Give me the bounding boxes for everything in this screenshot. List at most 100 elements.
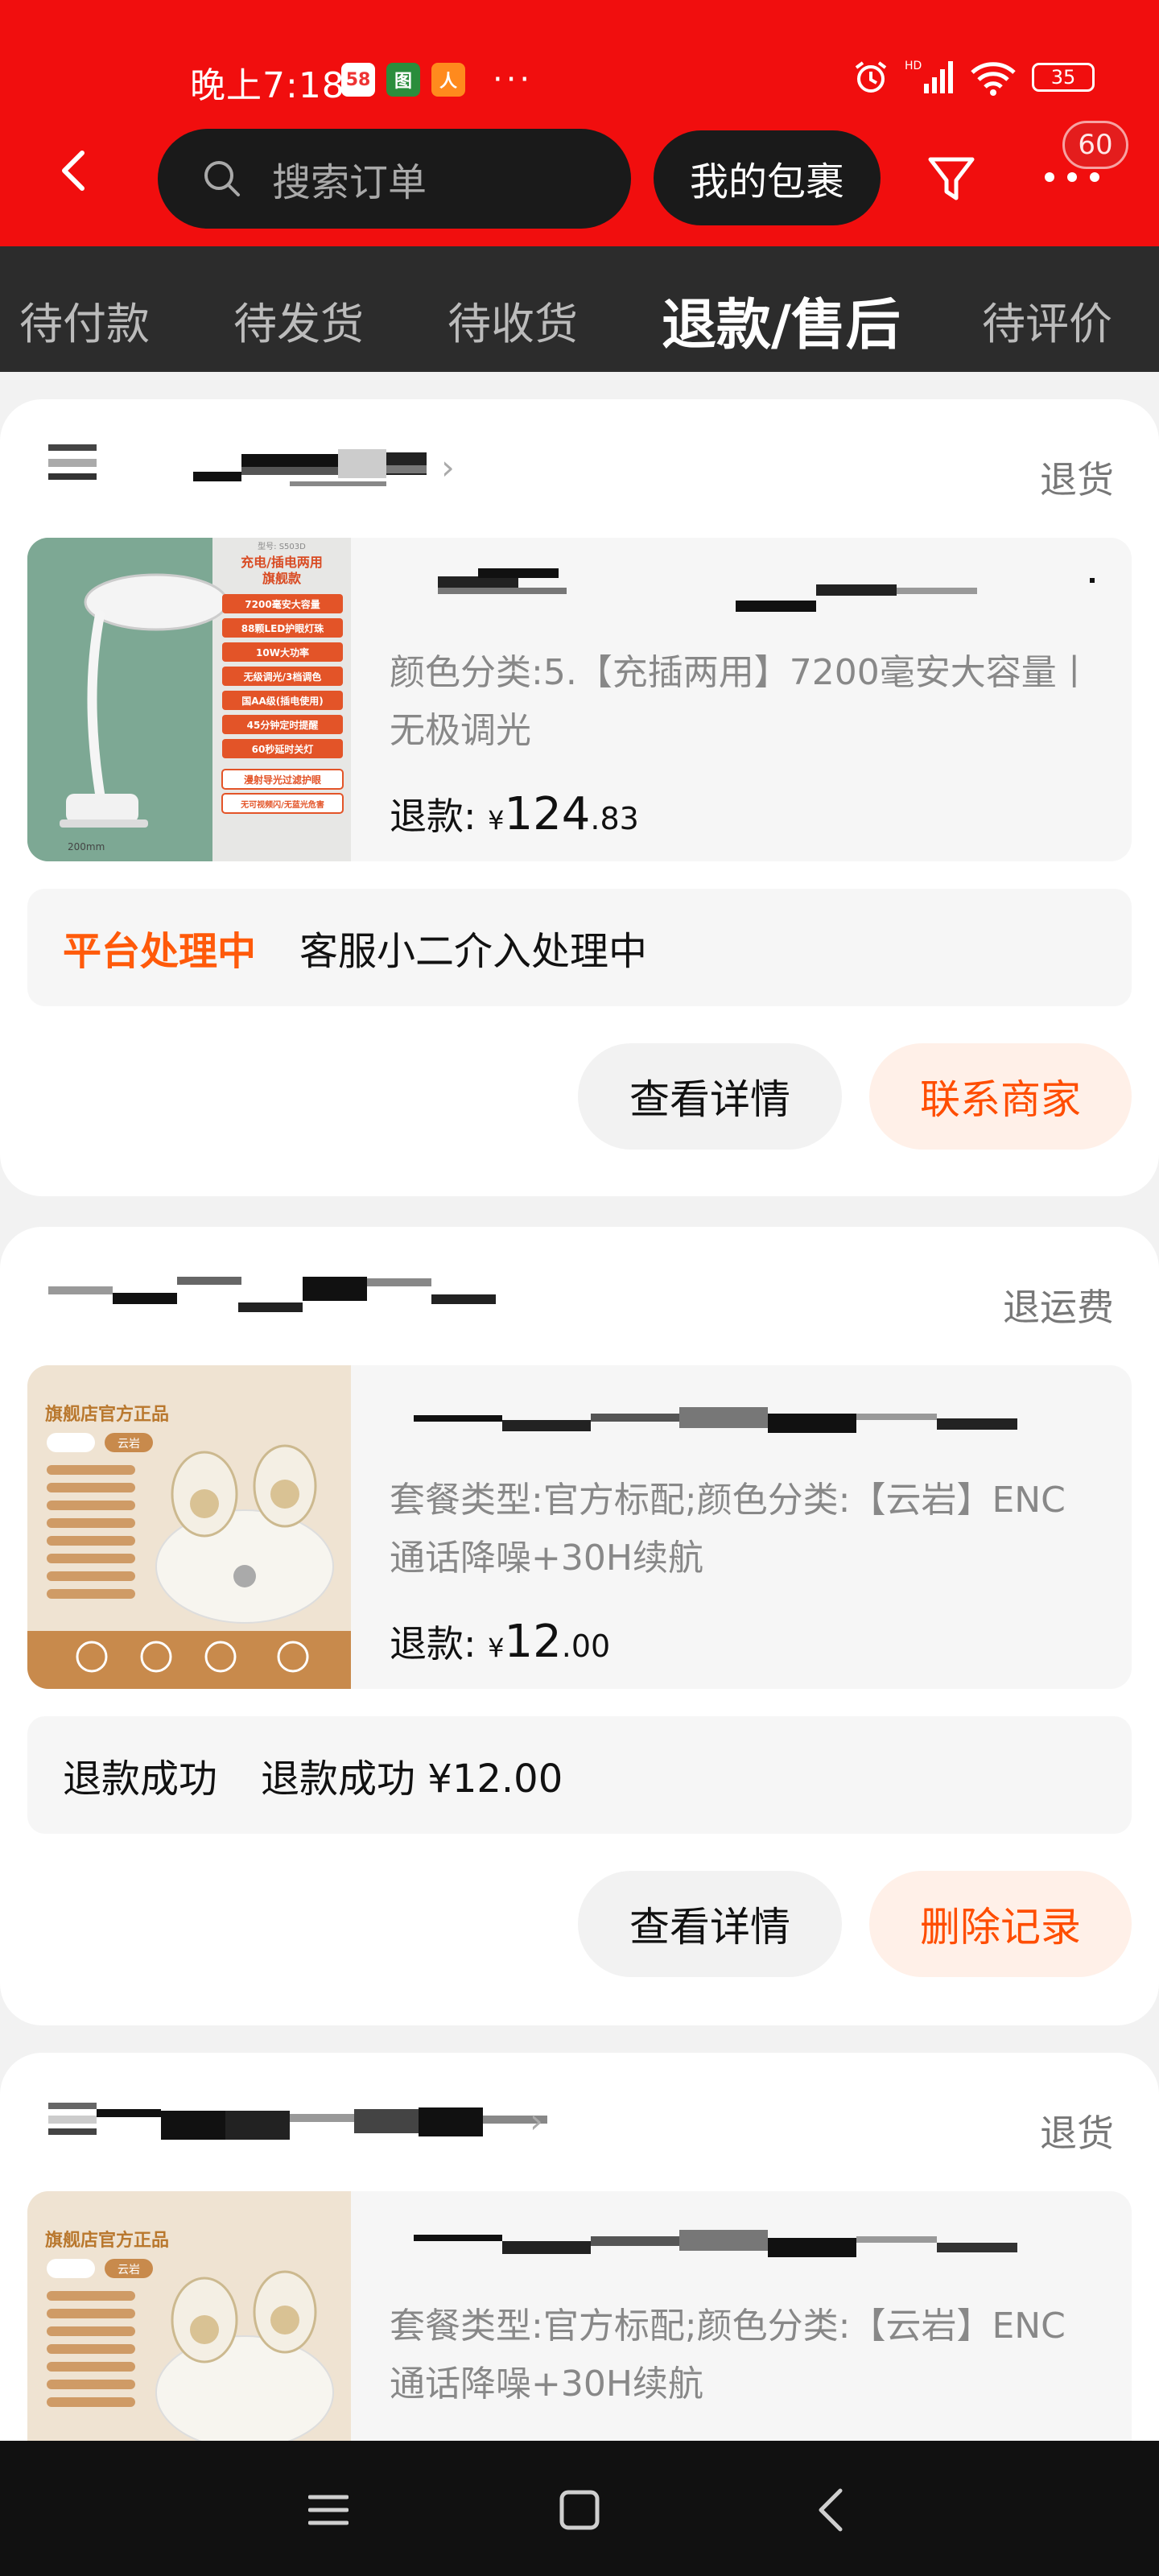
thumb-brand-text: 旗舰店官方正品 [45,1404,169,1425]
shop-logo-icon [48,444,97,480]
order-tabs: 待付款 待发货 待收货 退款/售后 待评价 [0,246,1159,372]
product-item[interactable]: 旗舰店官方正品 云岩 套餐类型:官方标配;颜色分类:【云岩】ENC通话降噪+30… [27,1365,1132,1689]
search-input[interactable]: 搜索订单 [158,129,631,229]
thumb-feature-9: 无可视频闪/无蓝光危害 [240,799,324,810]
shop-name-redacted [97,2095,563,2143]
thumb-title-2: 旗舰款 [262,571,302,586]
system-navigation-bar [0,2441,1159,2576]
status-right: HD 35 [852,58,1095,97]
currency-symbol: ¥ [488,1633,505,1663]
desk-lamp-image: 200mm 型号: S503D 充电/插电两用 旗舰款 7200毫安大容量 88… [27,538,351,861]
shop-row[interactable]: › [48,441,773,506]
shop-chevron-icon: › [441,448,455,487]
refund-label: 退款: [390,795,476,838]
nav-home-button[interactable] [547,2478,612,2542]
status-bar: 晚上7:18 58 图 人 ··· HD 35 [0,0,1159,121]
status-more-icon: ··· [493,61,534,98]
product-title-redacted [390,568,1098,617]
search-placeholder: 搜索订单 [272,160,427,205]
back-triangle-icon [819,2488,843,2532]
thumb-feature-3: 10W大功率 [256,646,309,658]
header: 晚上7:18 58 图 人 ··· HD 35 搜索订单 我的包裹 60 [0,0,1159,246]
product-spec: 颜色分类:5.【充插两用】7200毫安大容量丨无极调光 [390,652,1092,751]
process-status-text: 客服小二介入处理中 [299,929,648,974]
thumb-feature-6: 45分钟定时提醒 [247,719,319,731]
tab-pending-shipment[interactable]: 待发货 [233,288,364,352]
refund-integer: 12 [504,1616,562,1668]
process-status-label: 退款成功 [63,1757,218,1802]
thumb-color-text: 云岩 [118,1438,140,1451]
product-thumbnail: 200mm 型号: S503D 充电/插电两用 旗舰款 7200毫安大容量 88… [27,538,351,861]
contact-seller-button[interactable]: 联系商家 [869,1043,1132,1150]
thumb-dim-text: 200mm [68,841,105,852]
thumb-feature-8: 漫射导光过滤护眼 [244,774,321,786]
product-item[interactable]: 200mm 型号: S503D 充电/插电两用 旗舰款 7200毫安大容量 88… [27,538,1132,861]
process-status-box[interactable]: 退款成功 退款成功 ¥12.00 [27,1716,1132,1834]
nav-back-button[interactable] [798,2478,863,2542]
shop-name-redacted [48,1269,499,1317]
app-map-icon: 图 [386,63,420,97]
order-status: 退货 [1040,2112,1114,2155]
app-person-icon: 人 [431,63,465,97]
search-icon [204,161,240,196]
thumb-model-text: 型号: S503D [258,541,306,551]
view-details-button[interactable]: 查看详情 [578,1871,842,1977]
battery-icon: 35 [1032,63,1095,92]
thumb-feature-4: 无级调光/3档调色 [243,671,322,683]
my-packages-button[interactable]: 我的包裹 [654,130,881,225]
thumb-title-1: 充电/插电两用 [241,555,323,570]
refund-amount: 退款: ¥124.83 [390,787,639,840]
message-badge: 60 [1062,121,1128,169]
filter-button[interactable] [924,151,979,206]
shop-name-redacted [193,441,483,489]
delete-record-button[interactable]: 删除记录 [869,1871,1132,1977]
product-title-redacted [390,2222,1098,2270]
back-arrow-icon [62,151,85,191]
process-status-text: 退款成功 ¥12.00 [261,1757,563,1802]
menu-icon [308,2495,349,2525]
order-card: › 退货 200mm 型号: S503D 充电/插电两用 旗舰款 7200毫安大… [0,399,1159,1196]
view-details-button[interactable]: 查看详情 [578,1043,842,1150]
status-time: 晚上7:18 [190,65,345,106]
currency-symbol: ¥ [488,805,505,836]
app-58-icon: 58 [341,63,375,97]
thumb-feature-2: 88颗LED护眼灯珠 [241,622,325,634]
thumb-feature-5: 国AA级(插电使用) [241,695,324,707]
order-status: 退货 [1040,458,1114,502]
shop-logo-icon [48,2103,97,2135]
order-card: 退运费 旗舰店官方正品 云岩 套餐类型:官方标配;颜色分类:【云岩】ENC通话降… [0,1227,1159,2025]
process-status-box[interactable]: 平台处理中 客服小二介入处理中 [27,889,1132,1006]
product-spec: 套餐类型:官方标配;颜色分类:【云岩】ENC通话降噪+30H续航 [390,2306,1066,2405]
refund-integer: 124 [504,788,591,840]
alarm-icon [855,61,887,93]
shop-row[interactable] [48,1269,773,1333]
product-title-redacted [390,1396,1098,1444]
tab-pending-review[interactable]: 待评价 [982,288,1112,352]
shop-chevron-icon: › [530,2101,543,2140]
tab-refund-aftersale[interactable]: 退款/售后 [662,280,901,360]
thumb-feature-7: 60秒延时关灯 [252,743,314,755]
thumb-feature-1: 7200毫安大容量 [245,598,320,610]
refund-decimal: .83 [590,801,639,836]
home-square-icon [559,2490,600,2530]
product-spec: 套餐类型:官方标配;颜色分类:【云岩】ENC通话降噪+30H续航 [390,1480,1066,1579]
thumb-brand-text: 旗舰店官方正品 [45,2230,169,2251]
back-button[interactable] [48,147,97,195]
status-app-icons: 58 图 人 ··· [341,61,533,98]
shop-row[interactable]: › [48,2095,773,2159]
wifi-icon [971,62,1016,96]
tab-pending-receipt[interactable]: 待收货 [448,288,578,352]
refund-label: 退款: [390,1622,476,1666]
filter-icon [928,157,975,200]
tab-pending-payment[interactable]: 待付款 [19,288,150,352]
earbuds-image: 旗舰店官方正品 云岩 [27,1365,351,1689]
process-status-label: 平台处理中 [63,929,257,974]
thumb-color-text: 云岩 [118,2264,140,2277]
nav-menu-button[interactable] [296,2478,361,2542]
product-thumbnail: 旗舰店官方正品 云岩 [27,1365,351,1689]
svg-text:HD: HD [905,60,922,72]
refund-decimal: .00 [561,1629,611,1664]
order-status: 退运费 [1003,1286,1114,1329]
signal-icon: HD [905,60,953,93]
refund-amount: 退款: ¥12.00 [390,1615,610,1668]
